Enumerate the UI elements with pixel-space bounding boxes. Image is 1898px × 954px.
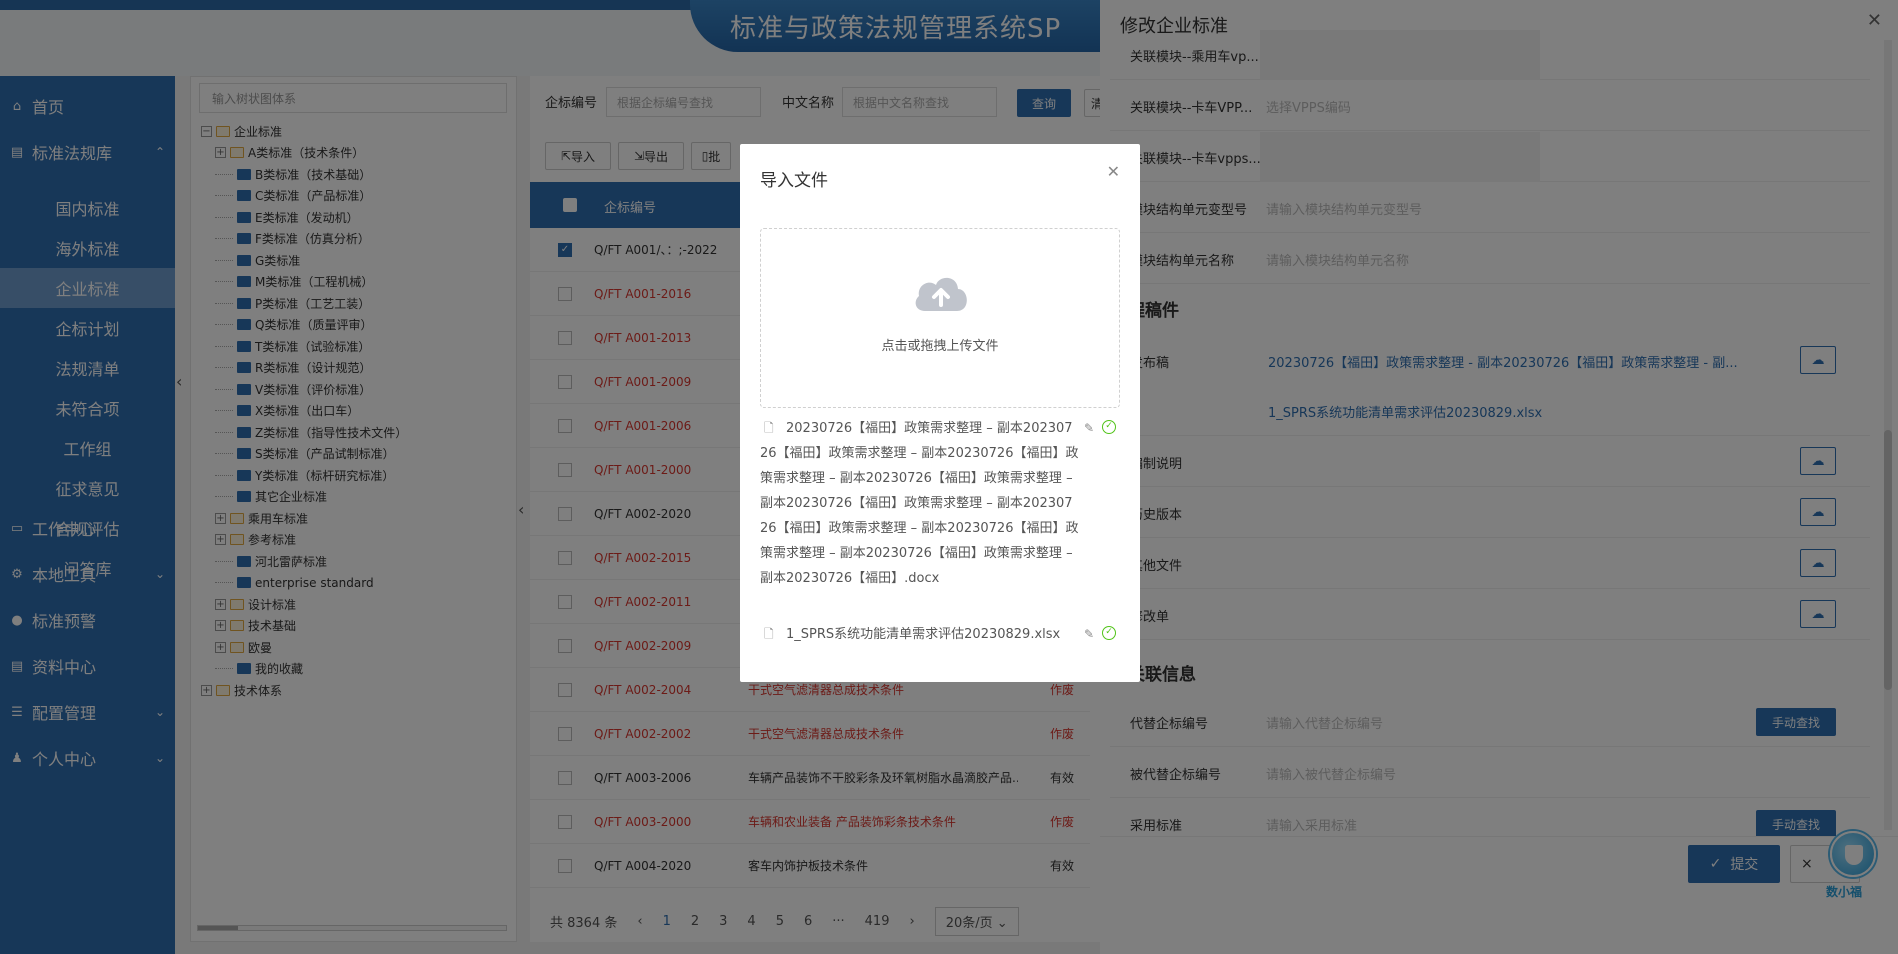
cloud-upload-icon	[915, 277, 967, 311]
file-name: 1_SPRS系统功能清单需求评估20230829.xlsx	[786, 627, 1061, 642]
file-icon: 🗋	[764, 627, 774, 641]
file-item: 🗋 20230726【福田】政策需求整理 – 副本20230726【福田】政策需…	[760, 416, 1120, 591]
dialog-close-icon[interactable]: ✕	[1107, 162, 1120, 181]
edit-icon[interactable]: ✎	[1084, 622, 1094, 647]
file-name: 20230726【福田】政策需求整理 – 副本20230726【福田】政策需求整…	[760, 421, 1079, 586]
edit-icon[interactable]: ✎	[1084, 416, 1094, 441]
upload-hint: 点击或拖拽上传文件	[881, 339, 999, 354]
dialog-title: 导入文件	[760, 171, 828, 191]
success-icon: ✓	[1102, 626, 1116, 640]
success-icon: ✓	[1102, 420, 1116, 434]
import-dialog: 导入文件 ✕ 点击或拖拽上传文件 🗋 20230726【福田】政策需求整理 – …	[740, 144, 1140, 682]
file-icon: 🗋	[764, 421, 774, 435]
file-item: 🗋 1_SPRS系统功能清单需求评估20230829.xlsx ✎ ✓	[760, 622, 1120, 647]
upload-dropzone[interactable]: 点击或拖拽上传文件	[760, 228, 1120, 408]
